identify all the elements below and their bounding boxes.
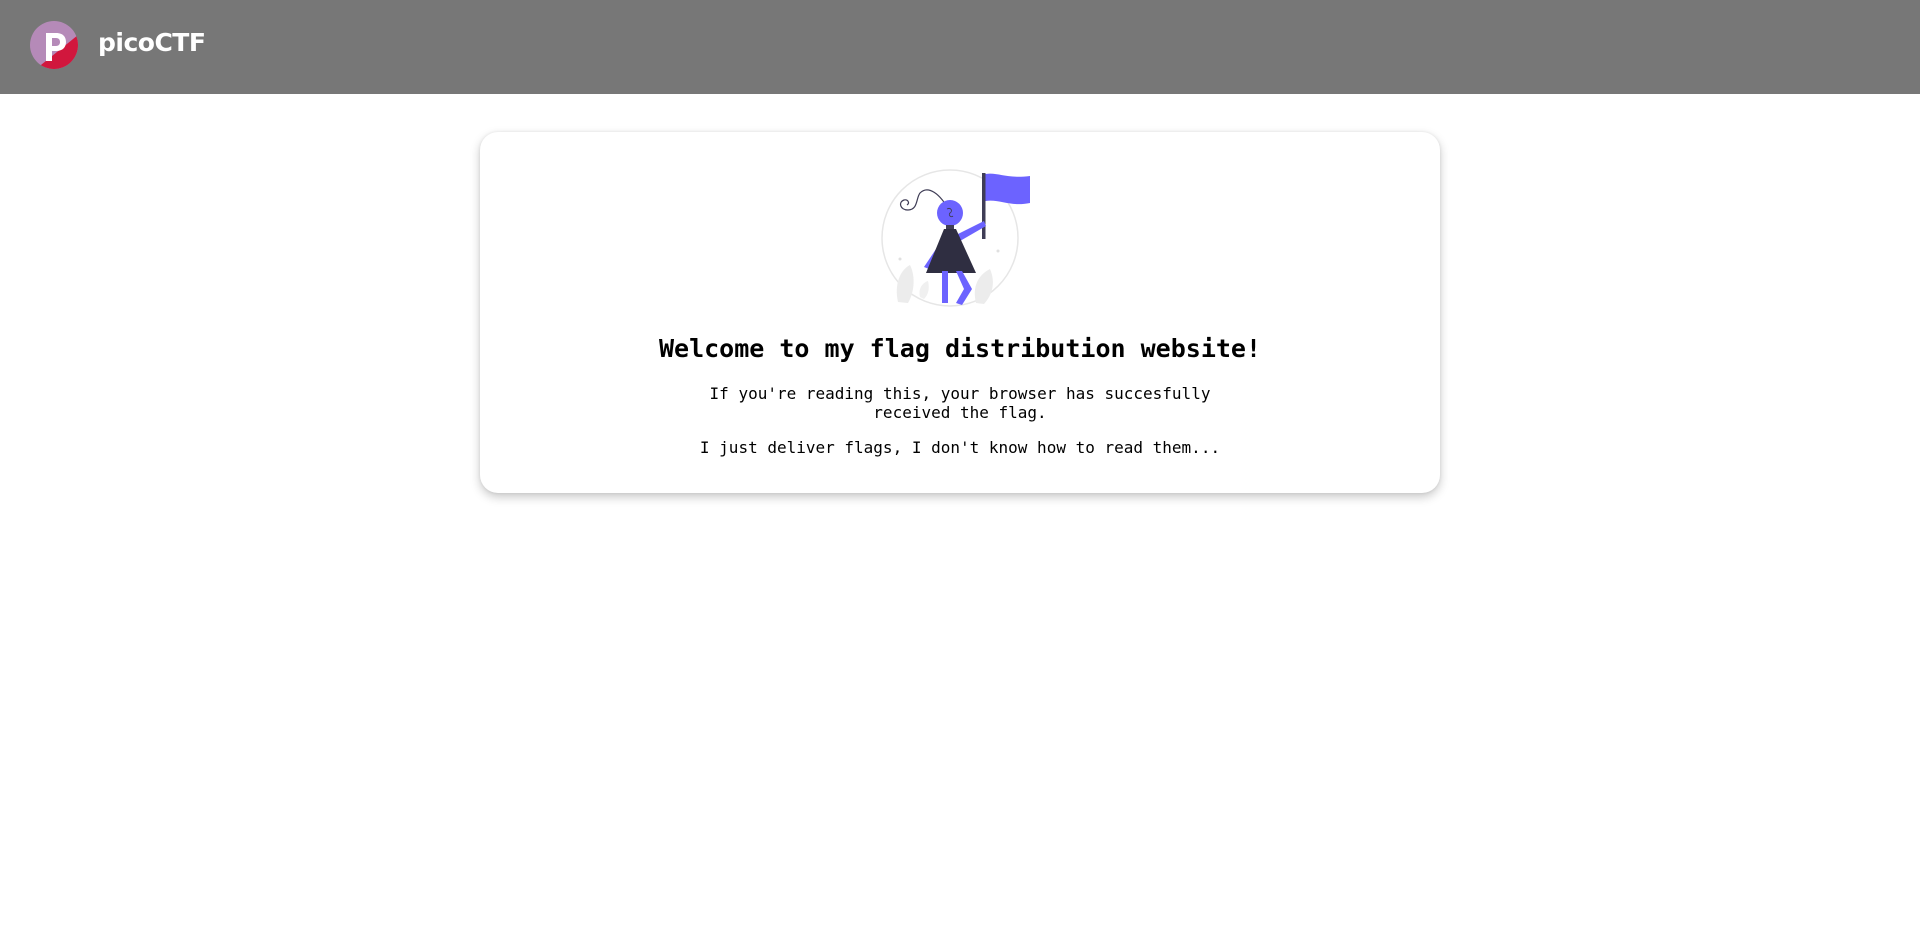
received-flag-message: If you're reading this, your browser has… [480, 384, 1440, 422]
top-bar: picoCTF [0, 0, 1920, 94]
person-with-flag-icon [881, 169, 1030, 307]
welcome-card: Welcome to my flag distribution website!… [480, 132, 1440, 493]
brand-name[interactable]: picoCTF [98, 28, 206, 57]
picoctf-logo-icon[interactable] [30, 21, 78, 69]
message-line-1: If you're reading this, your browser has… [709, 384, 1211, 403]
page-heading: Welcome to my flag distribution website! [658, 334, 1262, 363]
deliver-flags-message: I just deliver flags, I don't know how t… [699, 438, 1221, 457]
message-line-2: received the flag. [873, 403, 1047, 422]
